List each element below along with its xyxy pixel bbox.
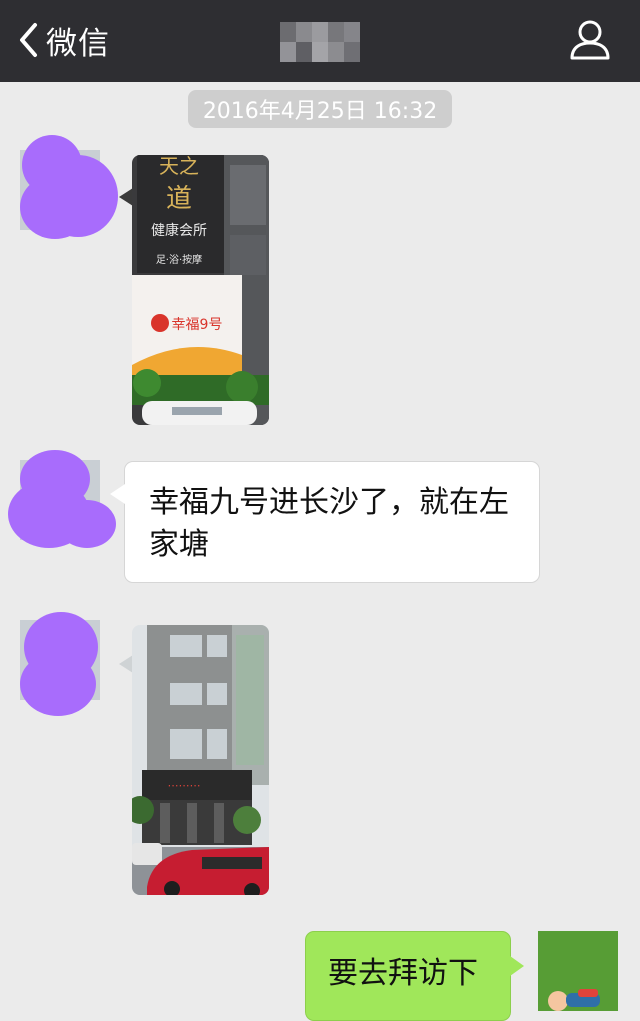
message-timestamp: 2016年4月25日 16:32 xyxy=(188,90,452,128)
top-bar: 微信 xyxy=(0,0,640,82)
text-message-outgoing[interactable]: 要去拜访下 xyxy=(305,931,524,1021)
message-text: 幸福九号进长沙了，就在左家塘 xyxy=(149,485,509,562)
svg-text:道: 道 xyxy=(166,184,192,214)
svg-text:天之: 天之 xyxy=(159,155,199,178)
bubble-tail xyxy=(119,655,133,673)
chat-title-blurred xyxy=(280,22,360,62)
person-icon xyxy=(570,20,610,60)
bubble-tail xyxy=(510,956,524,976)
contact-avatar[interactable] xyxy=(12,612,108,720)
image-message-building[interactable]: ⋯⋯⋯ xyxy=(132,625,269,895)
bubble-tail xyxy=(119,188,133,206)
image-message-storefront[interactable]: 天之 道 健康会所 足·浴·按摩 幸福9号 xyxy=(132,155,269,425)
contact-avatar[interactable] xyxy=(8,450,120,552)
my-avatar[interactable] xyxy=(538,931,618,1011)
message-text: 要去拜访下 xyxy=(328,956,478,991)
contact-avatar[interactable] xyxy=(10,135,120,245)
bubble-tail xyxy=(110,484,125,504)
image-1-sign-text: 幸福9号 xyxy=(172,317,223,333)
back-button[interactable]: 微信 xyxy=(18,18,110,62)
text-message-incoming[interactable]: 幸福九号进长沙了，就在左家塘 xyxy=(110,461,540,583)
back-label: 微信 xyxy=(46,25,110,62)
image-1-building-sign: 健康会所 xyxy=(151,222,207,239)
svg-text:⋯⋯⋯: ⋯⋯⋯ xyxy=(168,779,201,792)
profile-button[interactable] xyxy=(568,18,612,62)
image-1-sign-lines: 足·浴·按摩 xyxy=(156,253,202,266)
chevron-left-icon xyxy=(20,23,37,57)
